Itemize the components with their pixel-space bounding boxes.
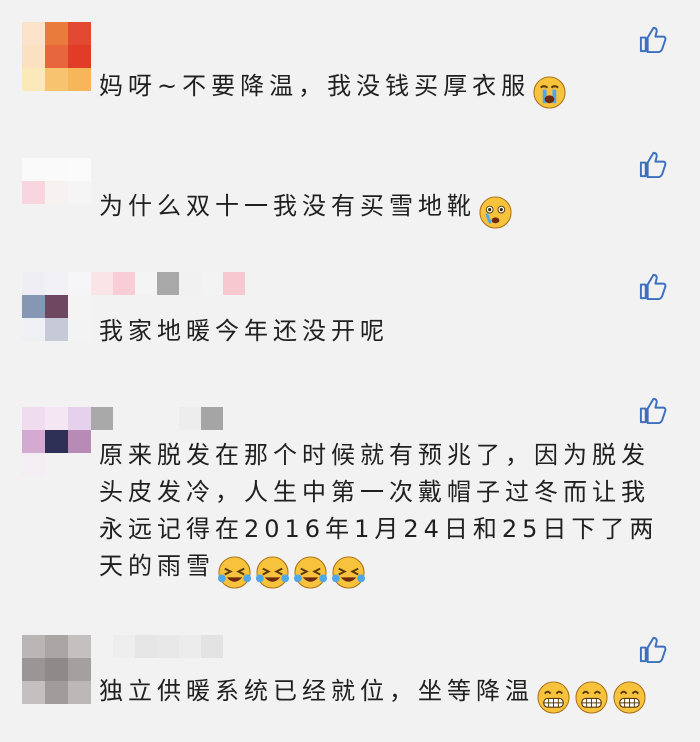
- comment-text: 独立供暖系统已经就位，坐等降温: [99, 673, 659, 715]
- avatar[interactable]: [22, 407, 91, 476]
- emoji-row: [536, 678, 650, 715]
- laugh-cry-icon: [255, 555, 290, 590]
- laugh-cry-icon: [293, 555, 328, 590]
- username-blurred[interactable]: [91, 272, 245, 295]
- comment-text-body: 为什么双十一我没有买雪地靴: [99, 192, 476, 220]
- comment-text: 妈呀~不要降温，我没钱买厚衣服: [99, 68, 659, 110]
- emoji-row: [478, 193, 516, 230]
- avatar[interactable]: [22, 272, 91, 341]
- avatar[interactable]: [22, 158, 91, 227]
- thumbs-up-icon: [639, 151, 667, 179]
- like-button[interactable]: [638, 635, 667, 664]
- grin-icon: [536, 680, 571, 715]
- like-button[interactable]: [638, 25, 667, 54]
- crying-face-icon: [478, 195, 513, 230]
- comment-text-body: 独立供暖系统已经就位，坐等降温: [99, 677, 534, 705]
- comment-feed: 妈呀~不要降温，我没钱买厚衣服 为什么双十一我没有买雪地靴 我家地暖今年还没开呢…: [0, 0, 700, 742]
- avatar[interactable]: [22, 22, 91, 91]
- username-blurred[interactable]: [91, 635, 223, 658]
- comment-text: 我家地暖今年还没开呢: [99, 313, 659, 350]
- thumbs-up-icon: [639, 273, 667, 301]
- grin-icon: [574, 680, 609, 715]
- username-blurred[interactable]: [91, 407, 223, 430]
- like-button[interactable]: [638, 272, 667, 301]
- comment-text-body: 妈呀~不要降温，我没钱买厚衣服: [99, 72, 531, 100]
- emoji-row: [532, 73, 570, 110]
- like-button[interactable]: [638, 150, 667, 179]
- grin-icon: [612, 680, 647, 715]
- laugh-cry-icon: [217, 555, 252, 590]
- avatar[interactable]: [22, 635, 91, 704]
- comment-text: 原来脱发在那个时候就有预兆了，因为脱发头皮发冷，人生中第一次戴帽子过冬而让我永远…: [99, 437, 659, 590]
- like-button[interactable]: [638, 396, 667, 425]
- comment-text-body: 我家地暖今年还没开呢: [99, 317, 389, 345]
- thumbs-up-icon: [639, 26, 667, 54]
- crying-face-icon: [532, 75, 567, 110]
- thumbs-up-icon: [639, 397, 667, 425]
- comment-text: 为什么双十一我没有买雪地靴: [99, 188, 659, 230]
- emoji-row: [217, 553, 369, 590]
- laugh-cry-icon: [331, 555, 366, 590]
- comment-text-body: 原来脱发在那个时候就有预兆了，因为脱发头皮发冷，人生中第一次戴帽子过冬而让我永远…: [99, 441, 659, 580]
- thumbs-up-icon: [639, 636, 667, 664]
